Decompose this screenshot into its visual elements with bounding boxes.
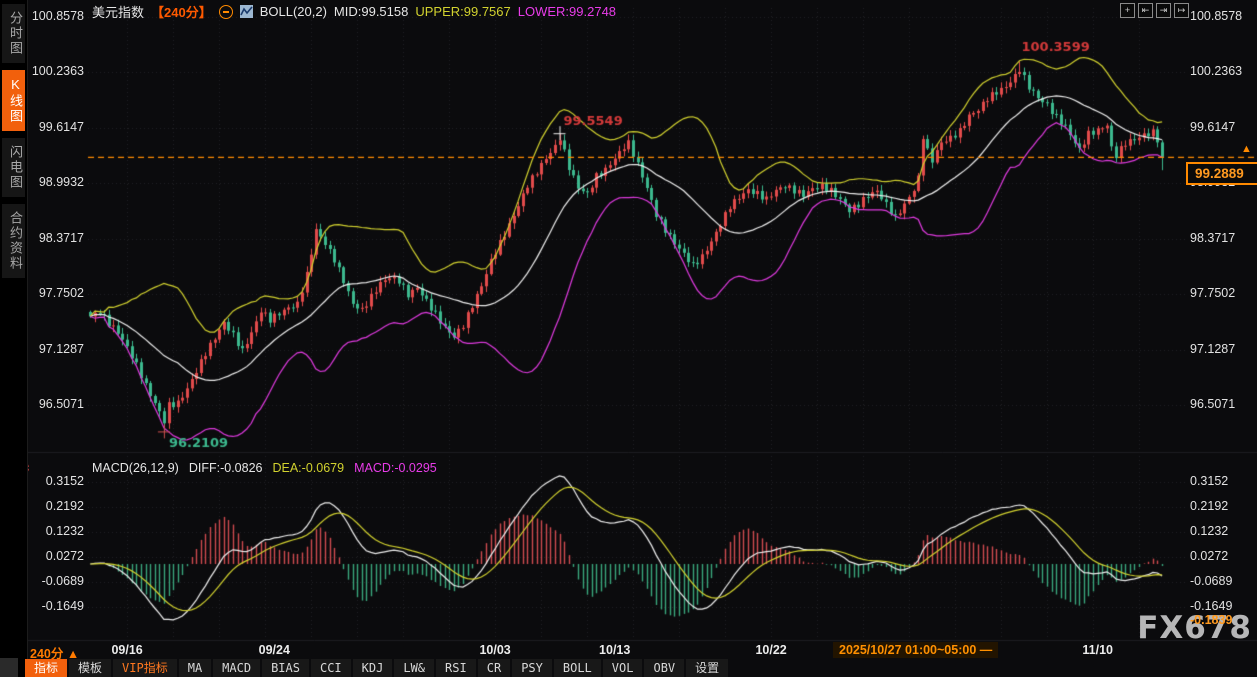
price-tick-right: 96.5071 [1190,397,1236,411]
macd-header: MACD(26,12,9) DIFF:-0.0826 DEA:-0.0679 M… [92,461,437,475]
toolbar-button-KDJ[interactable]: KDJ [352,659,393,677]
toolbar-button-OBV[interactable]: OBV [644,659,685,677]
toolbar-button-BIAS[interactable]: BIAS [262,659,309,677]
date-tick: 11/10 [1082,643,1113,657]
crosshair-icon[interactable]: + [1120,3,1135,18]
macd-tick-right: 0.3152 [1190,474,1229,488]
collapse-icon[interactable] [218,4,233,19]
toolbar-button-模板[interactable]: 模板 [69,659,112,677]
corner-box [0,658,18,677]
macd-macd-value: MACD:-0.0295 [354,461,437,475]
macd-tick-right: -0.0689 [1190,574,1233,588]
tab-flash-chart[interactable]: 闪电图 [2,138,25,197]
date-tick: 10/22 [755,643,787,657]
tab-kline-chart[interactable]: K线图 [2,70,25,131]
macd-tick-right: 0.0272 [1190,549,1229,563]
toolbar-button-设置[interactable]: 设置 [686,659,729,677]
macd-tick-right: -0.1649 [1190,599,1233,613]
date-tick: 10/03 [479,643,511,657]
sidebar: 分时图 K线图闪电图合约资料 [0,0,28,677]
current-price-tag: 99.2889 [1186,162,1257,185]
boll-upper-value: UPPER:99.7567 [415,4,511,19]
date-tick: 09/16 [111,643,143,657]
chart-header: 美元指数 【240分】 BOLL(20,2) MID:99.5158 UPPER… [92,3,616,20]
toolbar-button-BOLL[interactable]: BOLL [553,659,601,677]
macd-diff-value: DIFF:-0.0826 [188,461,263,475]
toolbar-button-VIP指标[interactable]: VIP指标 [113,659,177,677]
tab-time-chart[interactable]: 分时图 [2,4,25,63]
toolbar-button-MACD[interactable]: MACD [213,659,261,677]
chart-type-icon[interactable] [239,5,253,18]
tab-contract-info[interactable]: 合约资料 [2,204,25,278]
current-period-label[interactable]: 2025/10/27 01:00~05:00 — [833,642,999,658]
price-marker-icon: ▲ [1241,143,1252,155]
macd-tick-right: 0.2192 [1190,499,1229,513]
boll-lower-value: LOWER:99.2748 [517,4,617,19]
macd-tick-right: 0.1232 [1190,524,1229,538]
indicator-toolbar: 指标 模板 VIP指标 MA MACD BIAS CCI KDJ LW& RSI CR PSY BOLL… [25,659,729,677]
toolbar-button-CCI[interactable]: CCI [310,659,351,677]
price-tick-right: 100.2363 [1190,64,1243,78]
toolbar-button-RSI[interactable]: RSI [436,659,476,677]
period-label: 【240分】 [151,5,212,20]
toolbar-button-LW&[interactable]: LW& [394,659,435,677]
price-tick-right: 97.7502 [1190,286,1236,300]
date-tick: 10/13 [599,643,631,657]
toolbar-button-VOL[interactable]: VOL [602,659,643,677]
macd-current-value: -0.1839 [1190,613,1233,627]
toolbar-button-CR[interactable]: CR [477,659,511,677]
price-tick-right: 100.8578 [1190,9,1243,23]
date-tick: 09/24 [258,643,290,657]
toolbar-button-指标[interactable]: 指标 [25,659,68,677]
latest-bar-icon[interactable]: ↦ [1174,3,1189,18]
scale-left-icon[interactable]: ⇤ [1138,3,1153,18]
toolbar-button-MA[interactable]: MA [178,659,212,677]
trading-app: FX678 分时图 K线图 闪电图 合约资料 美元指数 【240分】 BOLL(20,… [0,0,1257,677]
pane-controls: + ⇤ ⇥ ↦ [1120,3,1189,18]
price-tick-right: 98.3717 [1190,231,1236,245]
boll-label: BOLL(20,2) [259,4,327,19]
boll-mid-value: MID:99.5158 [333,4,409,19]
price-tick-right: 97.1287 [1190,342,1236,356]
scale-right-icon[interactable]: ⇥ [1156,3,1171,18]
macd-name: MACD(26,12,9) [92,461,179,475]
symbol-title: 美元指数 [92,5,145,20]
price-tick-right: 99.6147 [1190,120,1236,134]
toolbar-button-PSY[interactable]: PSY [512,659,552,677]
macd-dea-value: DEA:-0.0679 [272,461,345,475]
chart-canvas[interactable] [0,0,1257,677]
